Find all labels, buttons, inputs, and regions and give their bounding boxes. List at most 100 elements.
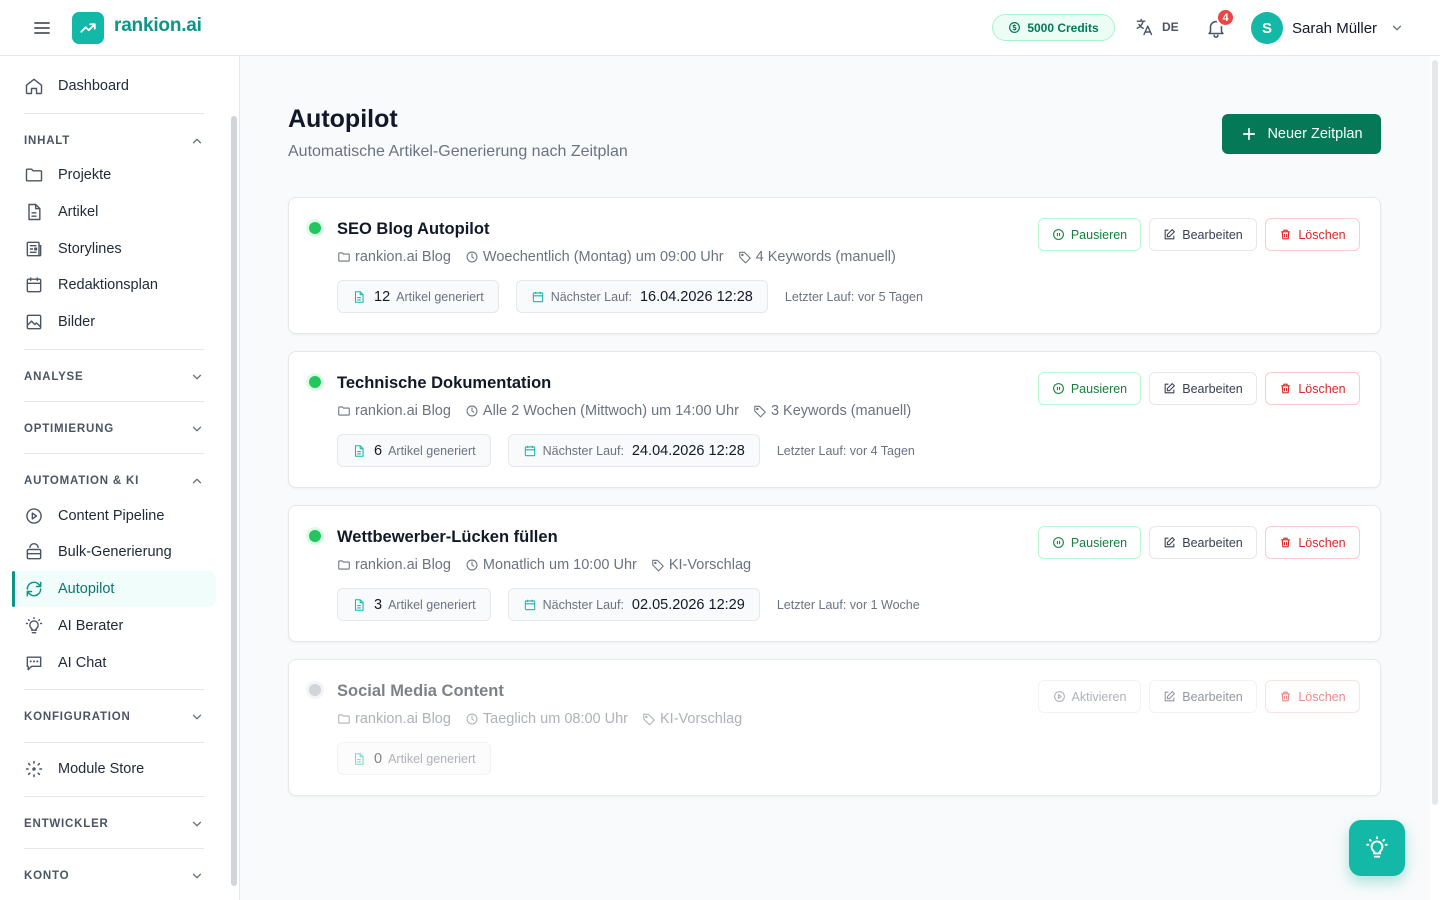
pause-button[interactable]: Pausieren (1038, 218, 1141, 251)
project-name: rankion.ai Blog (355, 711, 451, 727)
chevron-down-icon (192, 821, 202, 827)
edit-icon (1164, 537, 1176, 548)
lightbulb-icon (1366, 836, 1388, 858)
sidebar-item-bulk-generierung[interactable]: Bulk-Generierung (12, 534, 216, 570)
generated-count-pill: 12 Artikel generiert (337, 280, 499, 313)
sidebar-item-redaktionsplan[interactable]: Redaktionsplan (12, 267, 216, 303)
credits-badge[interactable]: 5000 Credits (992, 14, 1115, 41)
pause-circle-icon (1052, 383, 1064, 394)
translate-icon (1136, 18, 1153, 36)
play-circle-icon (1053, 691, 1065, 702)
project-name: rankion.ai Blog (355, 557, 451, 573)
schedule-stats: 12 Artikel generiert Nächster Lauf: 16.0… (337, 280, 923, 313)
sidebar-item-label: Redaktionsplan (58, 277, 158, 293)
coin-icon (1009, 22, 1021, 33)
trash-icon (1281, 537, 1291, 548)
next-run-label: Nächster Lauf: (550, 289, 632, 304)
hamburger-menu-icon[interactable] (30, 16, 54, 40)
generated-count-pill: 0 Artikel generiert (337, 742, 491, 775)
keywords: 4 Keywords (manuell) (755, 249, 896, 265)
schedule-meta: rankion.ai Blog Alle 2 Wochen (Mittwoch)… (337, 403, 911, 419)
pause-button[interactable]: Pausieren (1038, 526, 1141, 559)
file-text-icon (354, 752, 364, 765)
section-toggle-analyse[interactable]: ANALYSE (24, 367, 204, 387)
edit-button[interactable]: Bearbeiten (1149, 218, 1257, 251)
sidebar-item-label: Module Store (58, 761, 145, 777)
next-run-pill: Nächster Lauf: 24.04.2026 12:28 (507, 434, 760, 467)
status-dot (309, 222, 321, 234)
page-subtitle: Automatische Artikel-Generierung nach Ze… (288, 143, 628, 160)
section-toggle-automation[interactable]: AUTOMATION & KI (24, 471, 204, 491)
sidebar-item-storylines[interactable]: Storylines (12, 231, 216, 267)
sidebar-item-autopilot[interactable]: Autopilot (12, 571, 216, 607)
delete-button[interactable]: Löschen (1265, 372, 1360, 405)
page-scrollbar[interactable] (1432, 60, 1438, 805)
edit-button[interactable]: Bearbeiten (1149, 680, 1257, 713)
section-toggle-konto[interactable]: KONTO (24, 866, 204, 886)
edit-icon (1164, 691, 1176, 702)
sidebar-item-dashboard[interactable]: Dashboard (12, 68, 216, 104)
sidebar-item-ai-chat[interactable]: AI Chat (12, 645, 216, 681)
clock-icon (466, 405, 478, 417)
sidebar-scrollbar[interactable] (231, 116, 237, 886)
activate-label: Aktivieren (1071, 689, 1127, 704)
trash-icon (1281, 229, 1291, 240)
trash-icon (1281, 383, 1291, 394)
keywords: 3 Keywords (manuell) (770, 403, 912, 419)
delete-button[interactable]: Löschen (1265, 526, 1360, 559)
sidebar-divider (24, 349, 204, 350)
chevron-down-icon (1392, 25, 1402, 31)
delete-button[interactable]: Löschen (1265, 218, 1360, 251)
sidebar-item-ai-berater[interactable]: AI Berater (12, 608, 216, 644)
tag-icon (738, 251, 751, 264)
top-header: rankion.ai 5000 Credits DE 4 S Sarah Mül… (0, 0, 1440, 56)
activate-button[interactable]: Aktivieren (1038, 680, 1141, 713)
schedule-card: Social Media Content rankion.ai Blog Tae… (288, 659, 1381, 796)
delete-button[interactable]: Löschen (1265, 680, 1360, 713)
folder-icon (338, 252, 350, 262)
pause-label: Pausieren (1070, 535, 1128, 550)
next-run-pill: Nächster Lauf: 02.05.2026 12:29 (507, 588, 760, 621)
edit-button[interactable]: Bearbeiten (1149, 372, 1257, 405)
section-toggle-entwickler[interactable]: ENTWICKLER (24, 814, 204, 834)
section-label: AUTOMATION & KI (24, 475, 140, 487)
ai-assistant-lightbulb-button[interactable] (1349, 820, 1405, 876)
sidebar-item-content-pipeline[interactable]: Content Pipeline (12, 498, 216, 534)
user-menu[interactable]: S Sarah Müller (1251, 12, 1404, 44)
generated-count-pill: 6 Artikel generiert (337, 434, 491, 467)
brand-name[interactable]: rankion.ai (114, 15, 202, 37)
calendar-icon (532, 291, 543, 302)
last-run: Letzter Lauf: vor 4 Tagen (776, 443, 915, 458)
pause-label: Pausieren (1070, 227, 1128, 242)
file-text-icon (354, 444, 364, 457)
sidebar-divider (24, 113, 204, 114)
edit-label: Bearbeiten (1182, 535, 1243, 550)
sidebar-divider (24, 796, 204, 797)
new-schedule-button[interactable]: Neuer Zeitplan (1222, 114, 1381, 154)
next-run-date: 24.04.2026 12:28 (631, 442, 745, 459)
next-run-date: 02.05.2026 12:29 (631, 596, 745, 613)
logo-icon[interactable] (72, 12, 104, 44)
file-text-icon (28, 203, 41, 221)
section-toggle-optimierung[interactable]: OPTIMIERUNG (24, 419, 204, 439)
language-label: DE (1162, 20, 1179, 34)
delete-label: Löschen (1298, 535, 1346, 550)
tag-icon (754, 405, 766, 418)
sidebar-item-artikel[interactable]: Artikel (12, 194, 216, 230)
avatar: S (1251, 12, 1283, 44)
language-switcher[interactable]: DE (1134, 17, 1179, 37)
next-run-date: 16.04.2026 12:28 (639, 288, 753, 305)
sidebar-item-module-store[interactable]: Module Store (12, 751, 216, 787)
sidebar-item-bilder[interactable]: Bilder (12, 304, 216, 340)
next-run-pill: Nächster Lauf: 16.04.2026 12:28 (515, 280, 768, 313)
section-toggle-inhalt[interactable]: INHALT (24, 131, 204, 151)
edit-button[interactable]: Bearbeiten (1149, 526, 1257, 559)
keywords: KI-Vorschlag (660, 711, 743, 727)
sidebar-item-label: Content Pipeline (58, 508, 165, 524)
section-toggle-konfiguration[interactable]: KONFIGURATION (24, 707, 204, 727)
new-schedule-label: Neuer Zeitplan (1267, 126, 1363, 142)
pause-button[interactable]: Pausieren (1038, 372, 1141, 405)
sidebar-item-projekte[interactable]: Projekte (12, 157, 216, 193)
sidebar-item-label: Bilder (58, 314, 96, 330)
folder-icon (25, 168, 43, 182)
